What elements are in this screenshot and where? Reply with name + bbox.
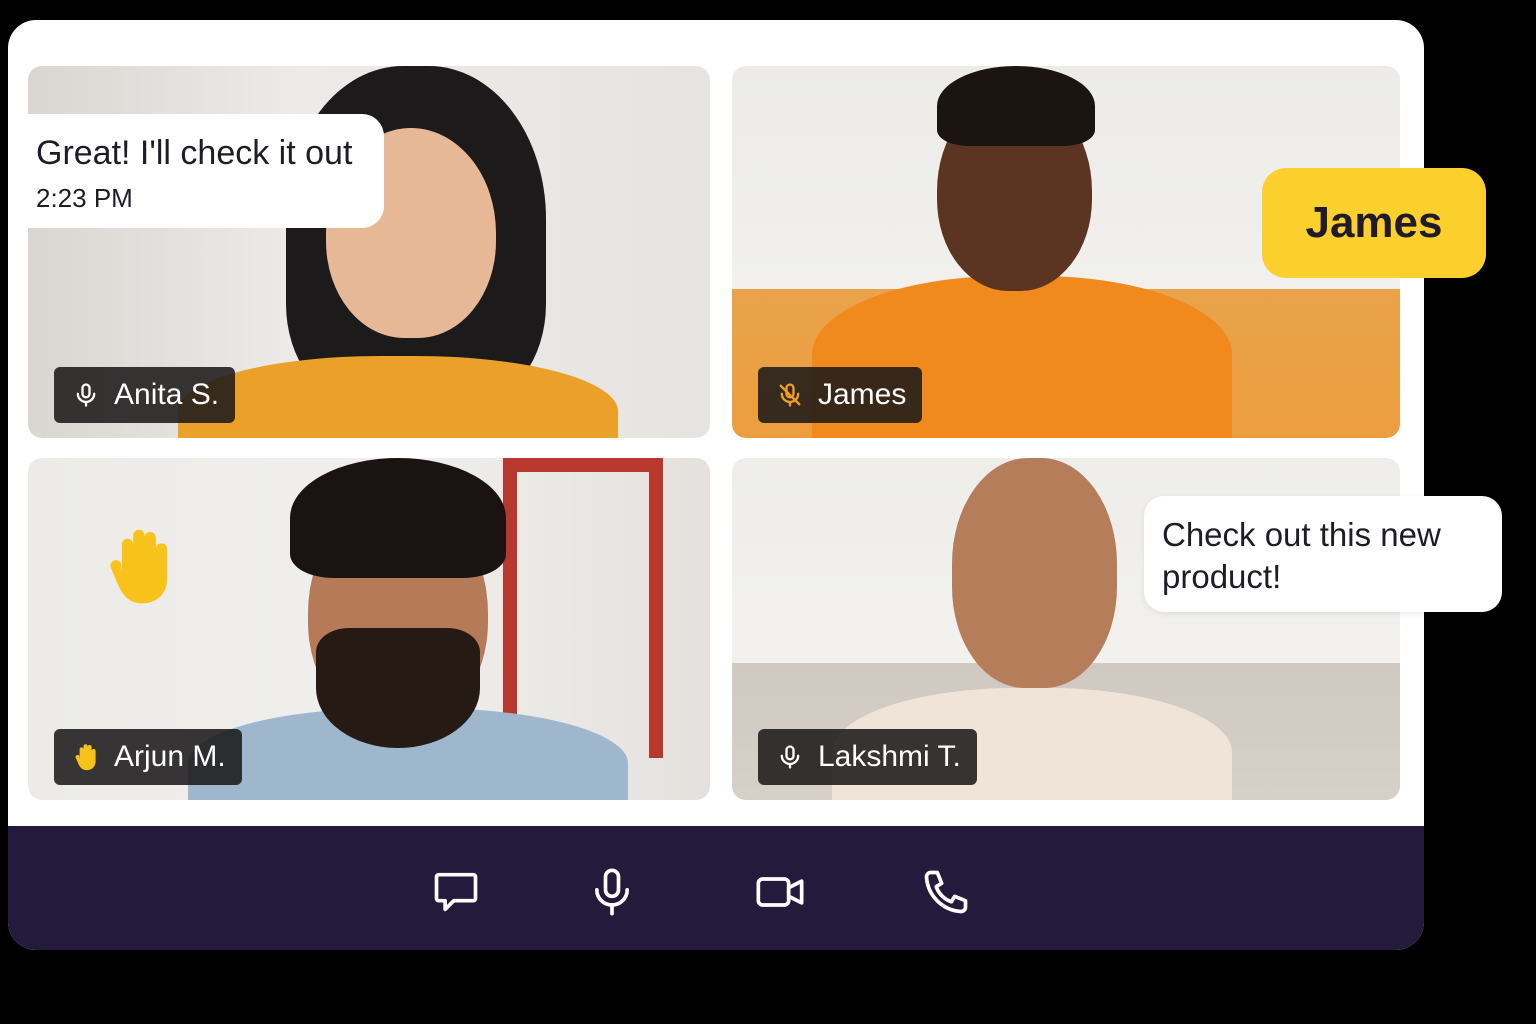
participant-name-badge: Lakshmi T.: [758, 729, 977, 785]
chat-icon: [434, 872, 478, 912]
microphone-icon: [594, 868, 630, 916]
video-button[interactable]: [754, 866, 806, 918]
raised-hand-icon: [106, 526, 174, 611]
participant-name-badge: James: [758, 367, 923, 423]
microphone-icon: [76, 383, 96, 407]
participant-name-badge: Arjun M.: [54, 729, 242, 785]
participant-name-badge: Anita S.: [54, 367, 236, 423]
video-camera-icon: [756, 877, 804, 907]
participant-name: Anita S.: [114, 378, 220, 411]
participant-name: James: [818, 378, 907, 411]
microphone-button[interactable]: [586, 866, 638, 918]
chat-message-time: 2:23 PM: [36, 183, 133, 213]
microphone-muted-icon: [779, 383, 801, 407]
video-tile-arjun[interactable]: Arjun M.: [28, 458, 710, 800]
chat-message-bubble: Check out this new product!: [1144, 496, 1502, 612]
participant-name: Arjun M.: [114, 740, 226, 773]
raised-hand-icon: [75, 744, 96, 771]
call-control-bar: [8, 826, 1424, 950]
phone-icon: [924, 870, 968, 914]
chat-message-text: Check out this new product!: [1162, 516, 1441, 595]
chat-message-bubble: Great! I'll check it out 2:23 PM: [28, 114, 384, 228]
chat-button[interactable]: [430, 866, 482, 918]
end-call-button[interactable]: [920, 866, 972, 918]
active-speaker-name: James: [1305, 198, 1443, 247]
microphone-icon: [780, 745, 800, 769]
chat-message-text: Great! I'll check it out: [36, 134, 353, 172]
active-speaker-tag: James: [1262, 168, 1486, 278]
participant-name: Lakshmi T.: [818, 740, 961, 773]
